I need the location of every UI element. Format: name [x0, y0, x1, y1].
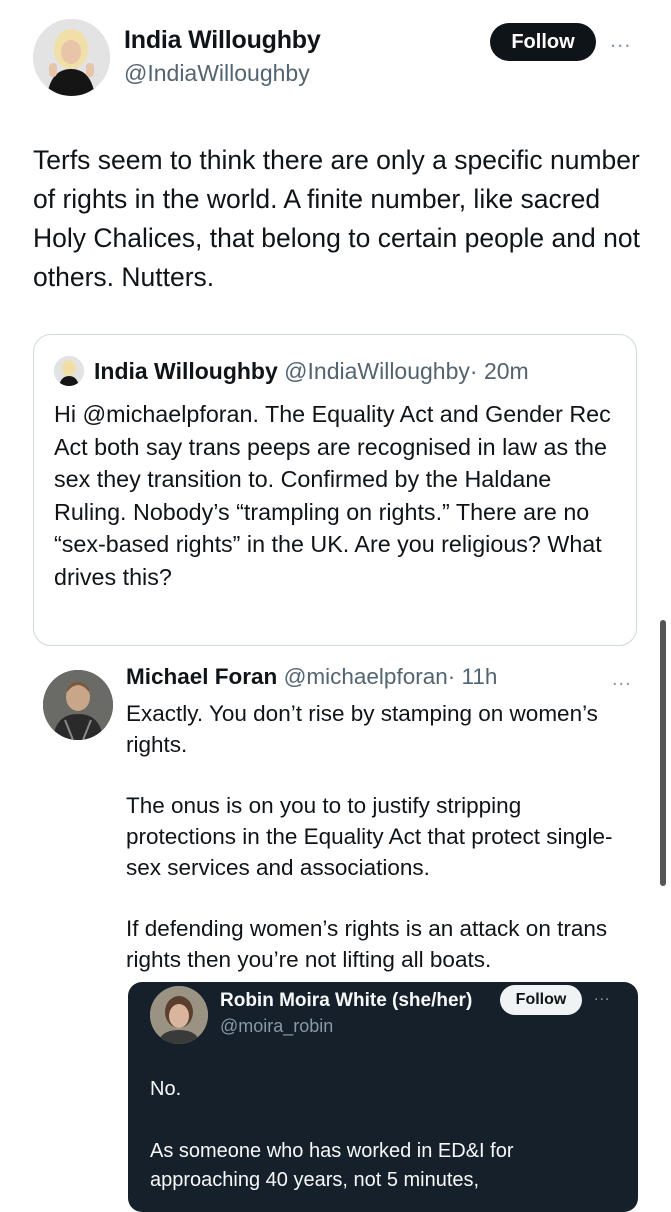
reply-author-handle[interactable]: @michaelpforan [284, 664, 448, 689]
reply-header: Michael Foran @michaelpforan· 11h [126, 664, 497, 690]
reply-paragraph: If defending women’s rights is an attack… [126, 916, 608, 972]
embedded-more-icon: ... [594, 987, 611, 1004]
reply-author-avatar[interactable] [43, 670, 113, 740]
quote-author-handle: @IndiaWilloughby [284, 358, 470, 384]
author-handle[interactable]: @IndiaWilloughby [124, 60, 310, 87]
quote-header: India Willoughby @IndiaWilloughby· 20m [94, 358, 529, 385]
embedded-author-name: Robin Moira White (she/her) [220, 990, 473, 1011]
tweet-text: Terfs seem to think there are only a spe… [33, 145, 640, 292]
quote-timestamp: · 20m [469, 358, 529, 384]
author-name[interactable]: India Willoughby [124, 26, 321, 55]
embedded-paragraph: No. [150, 1078, 182, 1100]
quote-author-name: India Willoughby [94, 358, 278, 384]
author-avatar[interactable] [33, 19, 110, 96]
embedded-author-handle: @moira_robin [220, 1016, 334, 1036]
reply-author-name[interactable]: Michael Foran [126, 664, 277, 689]
embedded-follow-button: Follow [500, 985, 582, 1015]
reply-timestamp[interactable]: · 11h [448, 664, 498, 689]
reply-more-icon[interactable]: ... [612, 668, 632, 691]
follow-button[interactable]: Follow [490, 23, 596, 61]
embedded-author-avatar [150, 986, 208, 1044]
quote-author-avatar [54, 356, 84, 386]
more-options-icon[interactable]: ... [610, 27, 631, 53]
scrollbar[interactable] [660, 620, 666, 886]
reply-paragraph: Exactly. You don’t rise by stamping on w… [126, 701, 598, 757]
embedded-paragraph: As someone who has worked in ED&I for ap… [150, 1140, 514, 1191]
reply-paragraph: The onus is on you to to justify strippi… [126, 793, 613, 880]
quote-text: Hi @michaelpforan. The Equality Act and … [54, 401, 611, 590]
